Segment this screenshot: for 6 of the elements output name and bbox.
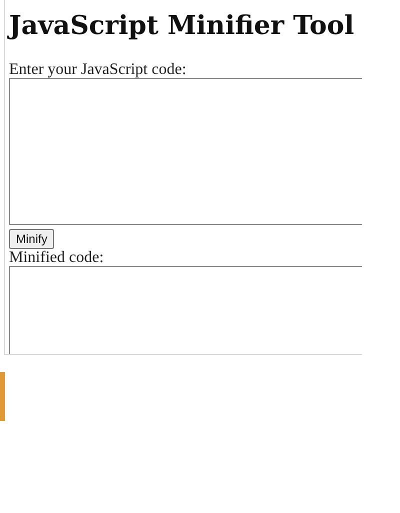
input-label: Enter your JavaScript code:: [9, 62, 188, 78]
accent-bar: [0, 372, 5, 421]
page-title: JavaScript Minifier Tool: [9, 10, 354, 42]
minify-button[interactable]: Minify: [9, 229, 54, 249]
output-label: Minified code:: [9, 250, 105, 266]
code-input-field[interactable]: [9, 78, 362, 225]
